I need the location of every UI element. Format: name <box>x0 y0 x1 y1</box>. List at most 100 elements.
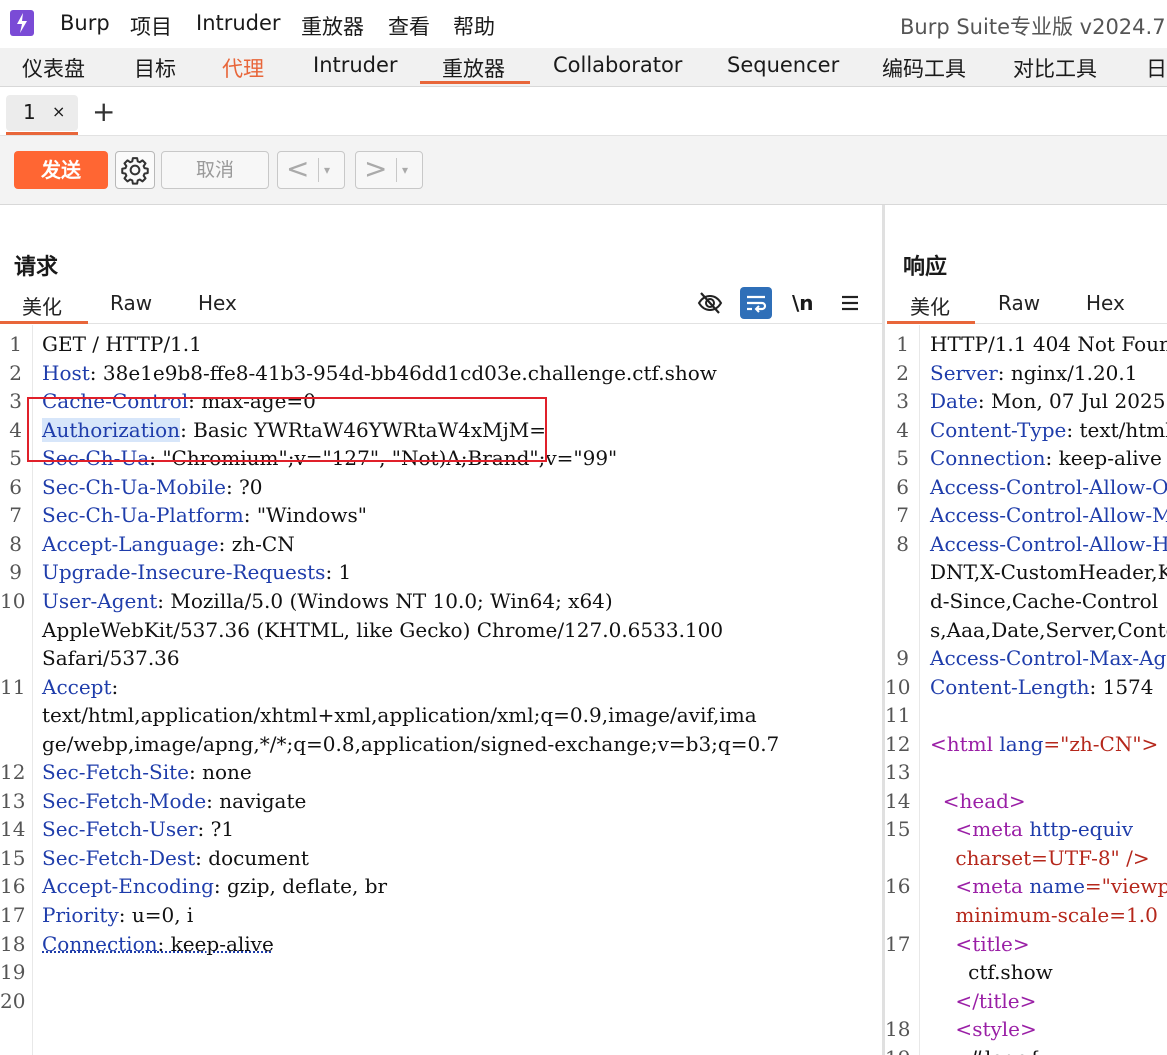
header-name: Sec-Ch-Ua-Platform <box>42 503 244 528</box>
menu-icon[interactable] <box>836 289 864 317</box>
header-name: Content-Type <box>930 417 1067 442</box>
code-line: Connection: keep-alive <box>930 446 1162 470</box>
code-line: Host: 38e1e9b8-ffe8-41b3-954d-bb46dd1cd0… <box>42 361 717 385</box>
menu-burp[interactable]: Burp <box>60 11 110 35</box>
menu-repeater[interactable]: 重放器 <box>301 11 364 41</box>
chevron-down-icon[interactable]: ▾ <box>324 152 330 188</box>
line-number: 5 <box>896 446 909 471</box>
code-line: Sec-Fetch-Mode: navigate <box>42 789 306 813</box>
request-tab-raw[interactable]: Raw <box>110 291 152 315</box>
code-line: <html lang="zh-CN"> <box>930 732 1158 756</box>
code-line: charset=UTF-8" /> <box>930 846 1149 870</box>
code-line: d-Since,Cache-Control <box>930 589 1158 613</box>
html-attr: name <box>1029 874 1085 899</box>
request-tab-indicator <box>0 321 88 324</box>
close-tab-icon[interactable]: × <box>52 102 65 121</box>
text: HTTP/1.1 404 Not Found <box>930 332 1167 356</box>
response-tab-hex[interactable]: Hex <box>1086 291 1125 315</box>
html-attr-value: minimum-scale=1.0 <box>930 903 1158 927</box>
header-name: Sec-Fetch-Mode <box>42 788 207 813</box>
html-tag: </title> <box>930 988 1037 1013</box>
header-value: : gzip, deflate, br <box>213 874 388 899</box>
wrap-icon[interactable] <box>740 287 772 319</box>
line-number: 11 <box>885 703 911 728</box>
code-line: <style> <box>930 1017 1036 1041</box>
request-pane: 请求 美化 Raw Hex \n 1 GET / HTTP/1.1 2 Host: 3… <box>0 205 882 1055</box>
line-number: 6 <box>9 474 22 499</box>
text: d-Since,Cache-Control <box>930 588 1159 613</box>
line-number: 20 <box>0 988 26 1013</box>
tab-repeater[interactable]: 重放器 <box>442 53 505 83</box>
header-value: : 38e1e9b8-ffe8-41b3-954d-bb46dd1cd03e.c… <box>89 360 717 385</box>
newline-icon[interactable]: \n <box>792 291 814 315</box>
header-name: Accept-Language <box>42 531 219 556</box>
tab-comparer[interactable]: 对比工具 <box>1013 53 1097 83</box>
menu-help[interactable]: 帮助 <box>453 11 495 41</box>
line-number: 10 <box>0 588 26 613</box>
chevron-right-icon: > <box>364 152 388 185</box>
code-line: Access-Control-Max-Age <box>930 646 1167 670</box>
cancel-button[interactable]: 取消 <box>161 151 269 189</box>
line-number: 5 <box>9 446 22 471</box>
menu-intruder[interactable]: Intruder <box>196 11 281 35</box>
code-line: Connection: keep-alive <box>42 932 274 956</box>
code-line: GET / HTTP/1.1 <box>42 332 202 356</box>
tab-proxy[interactable]: 代理 <box>222 53 264 83</box>
repeater-tab-bar: 1 × + <box>0 87 1167 136</box>
tab-target[interactable]: 目标 <box>134 53 176 83</box>
header-name: Date <box>930 389 978 414</box>
tab-collaborator[interactable]: Collaborator <box>553 53 682 77</box>
header-value: : 1574 <box>1089 674 1154 699</box>
line-number: 8 <box>896 531 909 556</box>
main-tab-bar: 仪表盘 目标 代理 Intruder 重放器 Collaborator Sequ… <box>0 48 1167 87</box>
repeater-tab-1[interactable]: 1 × <box>6 95 78 135</box>
code-line: </title> <box>930 989 1036 1013</box>
hide-icon[interactable] <box>696 289 724 317</box>
tab-sequencer[interactable]: Sequencer <box>727 53 839 77</box>
tab-logger[interactable]: 日 <box>1146 53 1167 83</box>
line-number: 11 <box>0 674 26 699</box>
menu-bar: Burp 项目 Intruder 重放器 查看 帮助 Burp Suite专业版… <box>0 0 1167 48</box>
html-tag: <meta <box>930 817 1030 842</box>
request-tab-pretty[interactable]: 美化 <box>22 291 62 320</box>
line-number: 1 <box>896 332 909 356</box>
tab-decoder[interactable]: 编码工具 <box>882 53 966 83</box>
header-value: : Mon, 07 Jul 2025 <box>977 389 1166 414</box>
header-name: Sec-Fetch-User <box>42 817 198 842</box>
menu-project[interactable]: 项目 <box>130 11 172 41</box>
chevron-down-icon[interactable]: ▾ <box>402 152 408 188</box>
response-tab-raw[interactable]: Raw <box>998 291 1040 315</box>
menu-view[interactable]: 查看 <box>388 11 430 41</box>
code-line: ctf.show <box>930 960 1053 984</box>
send-button[interactable]: 发送 <box>14 151 108 189</box>
tab-dashboard[interactable]: 仪表盘 <box>22 53 85 83</box>
response-title: 响应 <box>903 255 948 280</box>
line-number: 9 <box>9 560 22 585</box>
tab-intruder[interactable]: Intruder <box>313 53 398 77</box>
chevron-left-icon: < <box>286 152 310 185</box>
header-value: : Mozilla/5.0 (Windows NT 10.0; Win64; x… <box>157 588 613 613</box>
html-attr: http-equiv <box>1029 817 1134 842</box>
add-tab-button[interactable]: + <box>92 95 115 128</box>
response-tab-pretty[interactable]: 美化 <box>910 291 950 320</box>
code-line: Server: nginx/1.20.1 <box>930 361 1137 385</box>
code-line: Priority: u=0, i <box>42 903 193 927</box>
settings-button[interactable] <box>115 151 155 189</box>
prev-request-button[interactable]: < ▾ <box>277 151 345 189</box>
header-name: Connection <box>42 931 158 956</box>
header-value: text/html,application/xhtml+xml,applicat… <box>42 703 757 728</box>
request-tab-hex[interactable]: Hex <box>198 291 237 315</box>
html-tag: <title> <box>930 931 1030 956</box>
line-number: 9 <box>896 646 909 671</box>
code-line: Access-Control-Allow-Headers <box>930 532 1167 556</box>
header-value: : ?0 <box>225 474 263 499</box>
header-value: : keep-alive <box>1045 446 1162 471</box>
line-number: 1 <box>9 332 22 356</box>
code-line: ge/webp,image/apng,*/*;q=0.8,application… <box>42 732 779 756</box>
code-line: Safari/537.36 <box>42 646 180 670</box>
next-request-button[interactable]: > ▾ <box>355 151 423 189</box>
code-line: s,Aaa,Date,Server,Content <box>930 618 1167 642</box>
text: ctf.show <box>930 960 1053 985</box>
header-name: Host <box>42 360 90 385</box>
header-value: GET / HTTP/1.1 <box>42 332 202 356</box>
